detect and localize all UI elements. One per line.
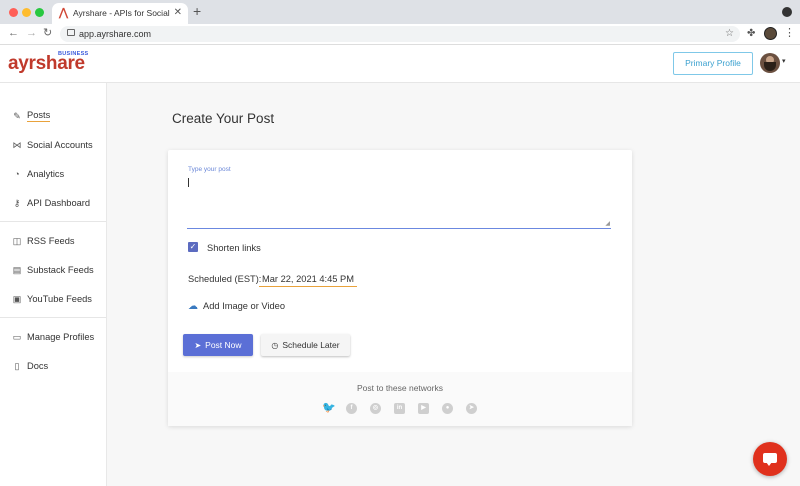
scheduled-datetime-field[interactable]: Mar 22, 2021 4:45 PM [259, 274, 357, 287]
substack-icon: ▤ [12, 265, 22, 275]
schedule-later-button[interactable]: ◷ Schedule Later [261, 334, 350, 356]
resize-handle-icon[interactable]: ◢ [605, 221, 610, 227]
sidebar-item-label: Social Accounts [27, 140, 93, 150]
user-avatar[interactable] [760, 53, 780, 73]
sidebar-item-label: Manage Profiles [27, 332, 95, 342]
youtube-icon: ▣ [12, 294, 22, 304]
post-field-label: Type your post [188, 166, 231, 173]
shorten-links-label: Shorten links [207, 243, 261, 253]
chat-bubble-tail [766, 462, 772, 466]
scheduled-label: Scheduled (EST): [188, 274, 262, 284]
extensions-puzzle-icon[interactable]: ✤ [747, 27, 755, 40]
sidebar-item-substack-feeds[interactable]: ▤ Substack Feeds [12, 263, 94, 277]
sidebar-item-label: API Dashboard [27, 198, 91, 208]
browser-avatar-icon[interactable] [764, 27, 777, 40]
sidebar-item-manage-profiles[interactable]: ▭ Manage Profiles [12, 330, 94, 344]
window-minimize-button[interactable] [22, 8, 31, 17]
post-now-button[interactable]: ➤ Post Now [183, 334, 253, 356]
sidebar-item-label: RSS Feeds [27, 236, 75, 246]
primary-profile-button[interactable]: Primary Profile [673, 52, 753, 75]
sidebar-item-label: Posts [27, 110, 51, 122]
page-title: Create Your Post [172, 111, 275, 126]
sidebar-item-social-accounts[interactable]: ⋈ Social Accounts [12, 138, 93, 152]
chart-pie-icon: ◔ [14, 169, 20, 179]
url-field[interactable]: app.ayrshare.com ☆ [60, 26, 740, 42]
document-icon: ▯ [14, 361, 20, 371]
chat-button[interactable] [753, 442, 787, 476]
sidebar-item-label: YouTube Feeds [27, 294, 92, 304]
post-textarea[interactable]: ◢ [187, 176, 611, 229]
logo-business-badge: BUSINESS [58, 51, 89, 57]
browser-tab[interactable]: ⋀ Ayrshare - APIs for Social Media ✕ [52, 3, 188, 24]
sidebar-item-analytics[interactable]: ◔ Analytics [12, 167, 64, 181]
key-icon: ⚷ [13, 198, 21, 208]
add-media-link[interactable]: Add Image or Video [203, 301, 285, 312]
address-bar: ← → ↻ app.ayrshare.com ☆ ✤ [0, 24, 800, 45]
sidebar-item-docs[interactable]: ▯ Docs [12, 359, 49, 373]
text-cursor [188, 178, 189, 187]
sidebar-item-posts[interactable]: ✎ Posts [12, 109, 51, 123]
share-icon: ⋈ [12, 140, 22, 150]
window-close-button[interactable] [9, 8, 18, 17]
avatar-beard [764, 62, 776, 71]
twitter-icon[interactable]: 🐦 [322, 403, 336, 414]
lock-icon [67, 29, 75, 36]
shorten-links-checkbox[interactable]: ✓ [188, 242, 198, 252]
posts-icon: ✎ [13, 111, 21, 121]
instagram-icon[interactable]: ◎ [370, 403, 381, 414]
browser-profile-icon[interactable] [782, 7, 792, 17]
networks-footer [168, 372, 632, 426]
sidebar-item-api-dashboard[interactable]: ⚷ API Dashboard [12, 196, 90, 210]
sidebar-item-label: Docs [27, 361, 49, 371]
browser-menu-icon[interactable]: ⋮ [784, 27, 795, 40]
tab-title: Ayrshare - APIs for Social Media [73, 8, 171, 18]
browser-tab-bar: ⋀ Ayrshare - APIs for Social Media ✕ + [0, 0, 800, 24]
sidebar-divider [0, 221, 106, 222]
cloud-upload-icon[interactable]: ☁ [188, 301, 198, 312]
new-tab-button[interactable]: + [193, 4, 201, 18]
youtube-icon[interactable]: ▶ [418, 403, 429, 414]
facebook-icon[interactable]: f [346, 403, 357, 414]
networks-label: Post to these networks [357, 383, 443, 393]
reddit-icon[interactable]: ● [442, 403, 453, 414]
sidebar-item-label: Analytics [27, 169, 65, 179]
forward-arrow-icon[interactable]: → [26, 26, 37, 40]
window-maximize-button[interactable] [35, 8, 44, 17]
app-header: ayrshare BUSINESS Primary Profile ▾ [0, 45, 800, 83]
back-arrow-icon[interactable]: ← [8, 26, 19, 40]
sidebar-item-youtube-feeds[interactable]: ▣ YouTube Feeds [12, 292, 92, 306]
bookmark-star-icon[interactable]: ☆ [725, 27, 734, 40]
create-post-card: Type your post ◢ ✓ Shorten links Schedul… [168, 150, 632, 426]
rss-icon: ◫ [12, 236, 22, 246]
sidebar-item-label: Substack Feeds [27, 265, 94, 275]
linkedin-icon[interactable]: in [394, 403, 405, 414]
sidebar-divider [0, 317, 106, 318]
tab-close-icon[interactable]: ✕ [174, 7, 182, 19]
reload-icon[interactable]: ↻ [43, 26, 52, 40]
url-text: app.ayrshare.com [79, 29, 152, 39]
send-icon: ➤ [194, 340, 202, 350]
telegram-icon[interactable]: ➤ [466, 403, 477, 414]
post-now-label: Post Now [205, 340, 242, 350]
id-card-icon: ▭ [12, 332, 22, 342]
chevron-down-icon[interactable]: ▾ [782, 58, 786, 66]
clock-icon: ◷ [271, 340, 279, 350]
sidebar-item-rss-feeds[interactable]: ◫ RSS Feeds [12, 234, 75, 248]
schedule-later-label: Schedule Later [282, 340, 340, 350]
ayrshare-favicon-icon: ⋀ [59, 7, 69, 19]
sidebar: ✎ Posts ⋈ Social Accounts ◔ Analytics ⚷ … [0, 83, 107, 486]
